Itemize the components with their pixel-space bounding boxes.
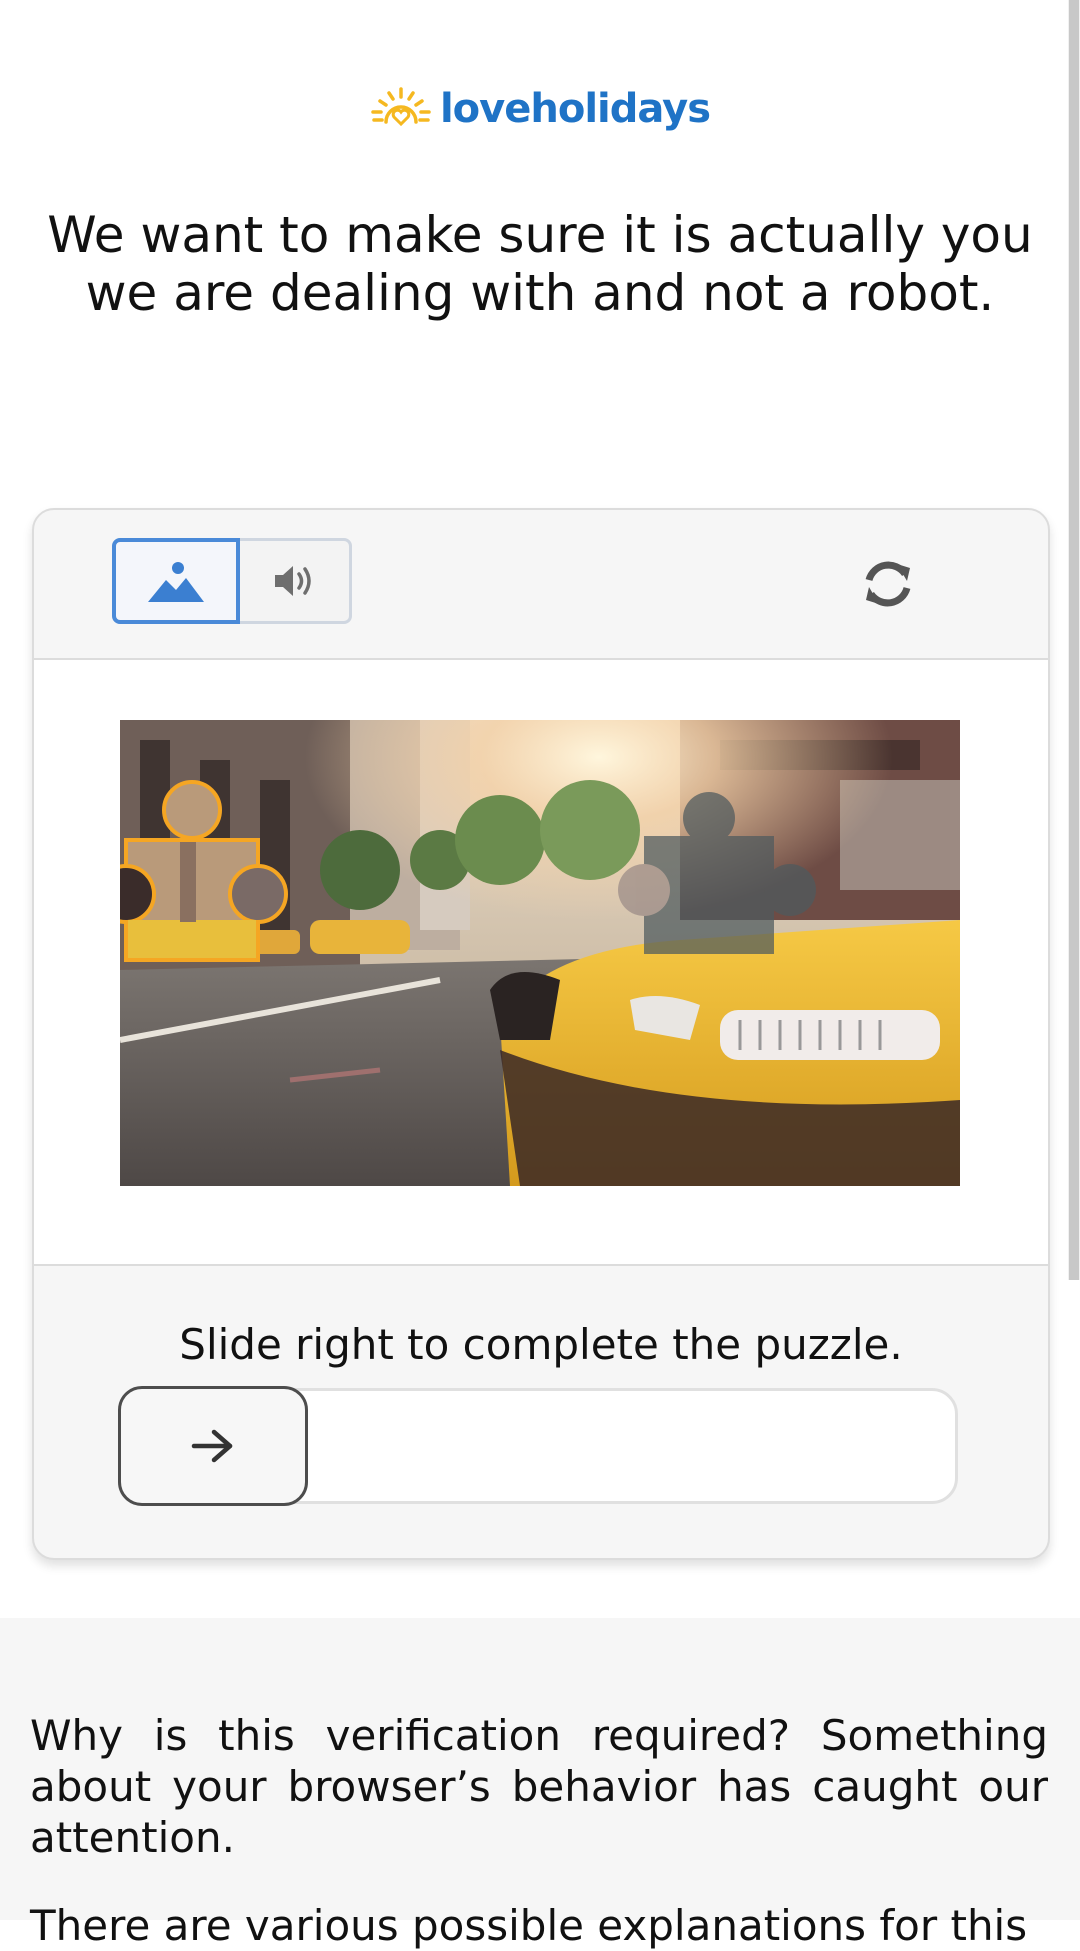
- captcha-mode-toggle: [112, 538, 352, 624]
- slider-instruction: Slide right to complete the puzzle.: [179, 1320, 903, 1369]
- image-mountain-icon: [148, 562, 204, 602]
- brand-name: loveholidays: [439, 86, 711, 132]
- info-paragraph-2: There are various possible explanations …: [30, 1901, 1028, 1950]
- audio-mode-button[interactable]: [240, 538, 352, 624]
- scrollbar-track[interactable]: [1068, 0, 1080, 1280]
- captcha-card: Slide right to complete the puzzle.: [32, 508, 1050, 1560]
- speaker-icon: [274, 566, 311, 596]
- sun-heart-icon: [371, 87, 431, 127]
- refresh-icon: [865, 561, 911, 607]
- captcha-footer: Slide right to complete the puzzle.: [34, 1266, 1048, 1558]
- arrow-right-icon: [191, 1429, 233, 1463]
- verification-info: Why is this verification required? Somet…: [0, 1618, 1080, 1950]
- captcha-header: [34, 510, 1048, 660]
- page-headline: We want to make sure it is actually you …: [47, 206, 1033, 322]
- captcha-puzzle-area: [34, 660, 1048, 1266]
- scrollbar-thumb[interactable]: [1069, 0, 1079, 1280]
- image-mode-button[interactable]: [112, 538, 240, 624]
- info-paragraph-1: Why is this verification required? Somet…: [30, 1711, 1048, 1862]
- brand-logo: loveholidays: [0, 86, 1080, 132]
- refresh-button[interactable]: [858, 554, 918, 614]
- puzzle-image: [120, 720, 960, 1186]
- slider-handle[interactable]: [118, 1386, 308, 1506]
